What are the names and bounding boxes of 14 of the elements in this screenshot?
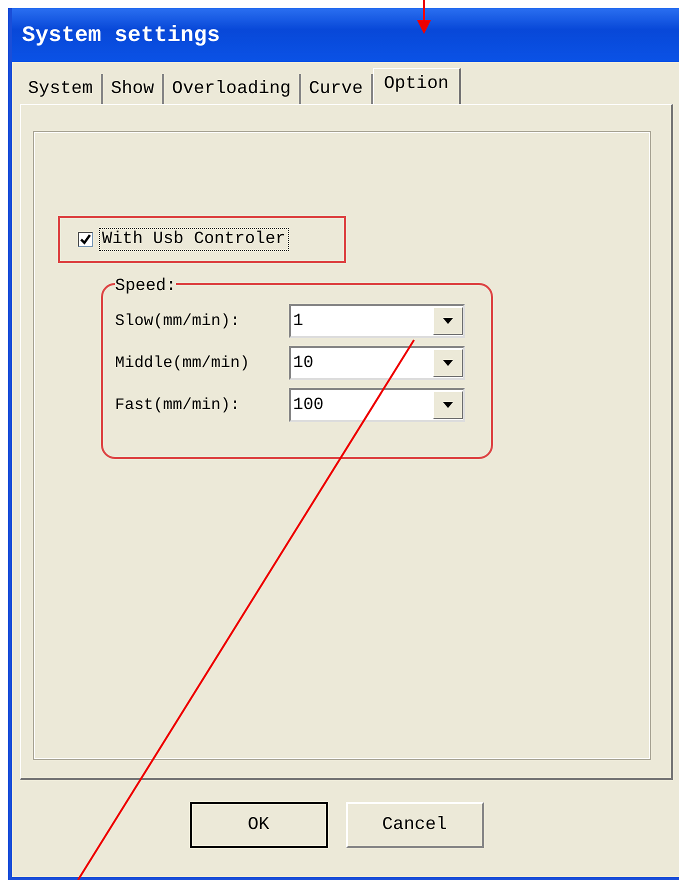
checkbox[interactable] [78,232,93,247]
checkbox-label[interactable]: With Usb Controler [99,228,289,251]
field-label: Middle(mm/min) [115,354,250,372]
field-label: Slow(mm/min): [115,312,241,330]
group-label: Speed: [115,277,176,296]
dropdown-field[interactable]: 10 [289,346,465,380]
dropdown-field[interactable]: 1 [289,304,465,338]
tab[interactable]: Option [372,68,461,104]
dialog-button[interactable]: OK [190,802,328,848]
dialog-button[interactable]: Cancel [346,802,484,848]
window-title: System settings [22,22,220,48]
dropdown-field[interactable]: 100 [289,388,465,422]
annotation-arrow [417,0,431,34]
field-label: Fast(mm/min): [115,396,241,414]
